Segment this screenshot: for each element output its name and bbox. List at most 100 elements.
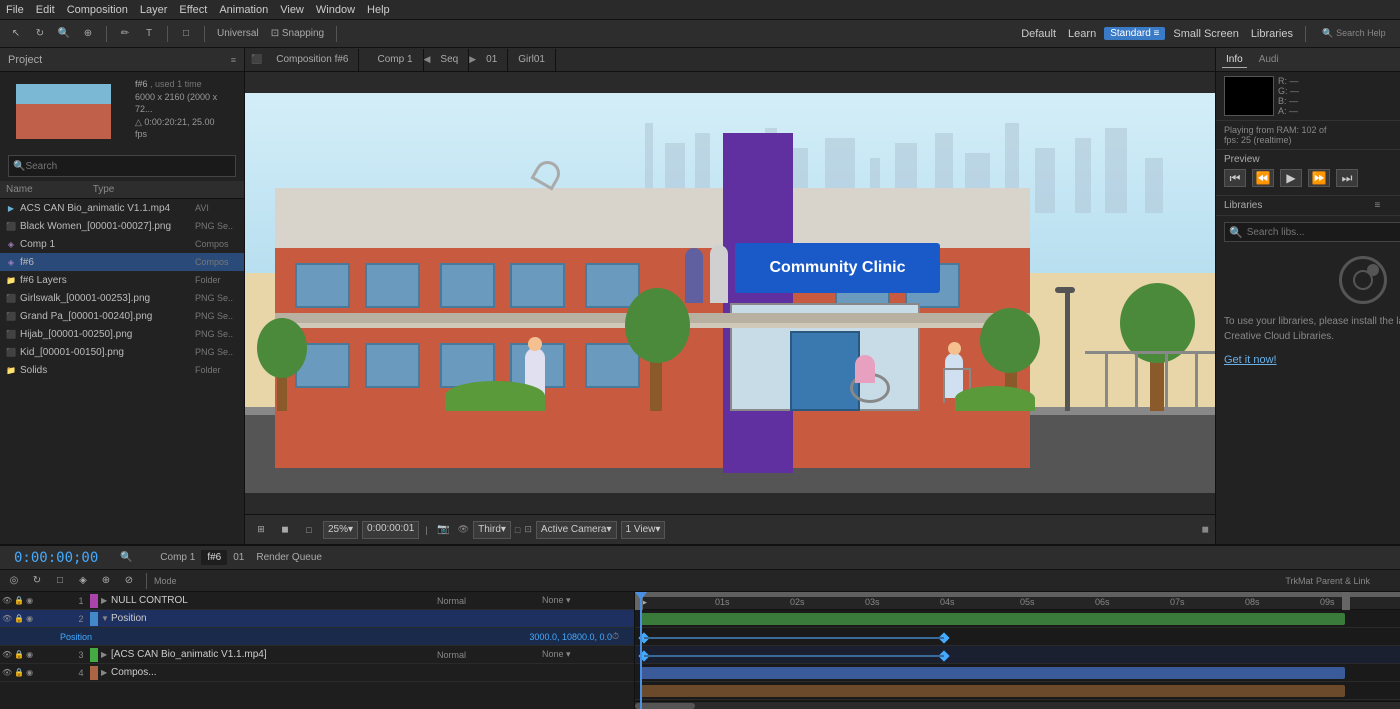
file-item-0[interactable]: ▶ ACS CAN Bio_animatic V1.1.mp4 AVI: [0, 199, 244, 217]
scrollbar-thumb[interactable]: [635, 703, 695, 709]
layer-2-expand[interactable]: ▼: [101, 614, 111, 623]
view-select[interactable]: 1 View ▾: [621, 521, 666, 539]
workspace-standard-active[interactable]: Standard ≡: [1104, 27, 1165, 40]
playhead-main[interactable]: [640, 592, 642, 709]
work-end-marker[interactable]: [1342, 592, 1350, 610]
menu-help[interactable]: Help: [367, 4, 390, 16]
layer-4-expand[interactable]: ▶: [101, 668, 111, 677]
nav-arrow-left[interactable]: ◀: [424, 49, 431, 71]
workspace-libraries[interactable]: Libraries: [1247, 28, 1297, 40]
composition-frame[interactable]: Community Clinic: [245, 93, 1215, 493]
menu-animation[interactable]: Animation: [219, 4, 268, 16]
layer-row-2[interactable]: 👁 🔒 ◉ 2 ▼ Position: [0, 610, 634, 628]
tl-tab-f6[interactable]: f#6: [201, 550, 227, 565]
solo-icon-2[interactable]: ◉: [26, 614, 33, 623]
tl-tab-comp1[interactable]: Comp 1: [154, 550, 201, 565]
tl-tool-4[interactable]: ◈: [73, 571, 93, 591]
file-item-2[interactable]: ◈ Comp 1 Compos: [0, 235, 244, 253]
file-item-9[interactable]: 📁 Solids Folder: [0, 361, 244, 379]
comp-nav-seq[interactable]: Seq: [430, 49, 469, 71]
viewer-ram-preview[interactable]: □: [299, 520, 319, 540]
layer-2-subrow-position[interactable]: Position 3000.0, 10800.0, 0.0 ⏱: [0, 628, 634, 646]
comp-nav-girl01[interactable]: Girl01: [508, 49, 556, 71]
file-item-5[interactable]: ⬛ Girlswalk_[00001-00253].png PNG Se..: [0, 289, 244, 307]
menu-layer[interactable]: Layer: [140, 4, 168, 16]
libraries-search[interactable]: 🔍: [1224, 222, 1400, 242]
shape-tool[interactable]: □: [176, 24, 196, 44]
rotate-tool[interactable]: ↻: [30, 24, 50, 44]
workspace-small-screen[interactable]: Small Screen: [1169, 28, 1242, 40]
layer-row-1[interactable]: 👁 🔒 ◉ 1 ▶ NULL CONTROL Normal None ▾: [0, 592, 634, 610]
solo-icon-3[interactable]: ◉: [26, 650, 33, 659]
workspace-default[interactable]: Default: [1017, 28, 1060, 40]
text-tool[interactable]: T: [139, 24, 159, 44]
layer-row-4[interactable]: 👁 🔒 ◉ 4 ▶ Compos...: [0, 664, 634, 682]
project-search-input[interactable]: [25, 161, 231, 172]
layer-row-3[interactable]: 👁 🔒 ◉ 3 ▶ [ACS CAN Bio_animatic V1.1.mp4…: [0, 646, 634, 664]
zoom-select[interactable]: 25% ▾: [323, 521, 358, 539]
tl-tab-01[interactable]: 01: [227, 550, 250, 565]
file-item-7[interactable]: ⬛ Hijab_[00001-00250].png PNG Se..: [0, 325, 244, 343]
preview-step-back[interactable]: ⏪: [1252, 169, 1274, 187]
file-item-6[interactable]: ⬛ Grand Pa_[00001-00240].png PNG Se..: [0, 307, 244, 325]
menu-window[interactable]: Window: [316, 4, 355, 16]
file-item-4[interactable]: 📁 f#6 Layers Folder: [0, 271, 244, 289]
preview-play[interactable]: ▶: [1280, 169, 1302, 187]
tl-tool-6[interactable]: ⊘: [119, 571, 139, 591]
eye-icon-1[interactable]: 👁: [2, 596, 12, 605]
file-item-1[interactable]: ⬛ Black Women_[00001-00027].png PNG Se..: [0, 217, 244, 235]
eye-icon-3[interactable]: 👁: [2, 650, 12, 659]
timeline-scrollbar[interactable]: [635, 701, 1400, 709]
menu-view[interactable]: View: [280, 4, 304, 16]
selection-tool[interactable]: ↖: [6, 24, 26, 44]
project-search[interactable]: 🔍: [8, 155, 236, 177]
tab-info[interactable]: Info: [1222, 52, 1247, 68]
zoom-tool[interactable]: 🔍: [54, 24, 74, 44]
lock-icon-1[interactable]: 🔒: [14, 596, 24, 605]
preview-jump-start[interactable]: ⏮: [1224, 169, 1246, 187]
lock-icon-4[interactable]: 🔒: [14, 668, 24, 677]
viewer-snap-btn[interactable]: ⊞: [251, 520, 271, 540]
comp-nav-01[interactable]: 01: [476, 49, 508, 71]
menu-edit[interactable]: Edit: [36, 4, 55, 16]
preview-step-fwd[interactable]: ⏩: [1308, 169, 1330, 187]
file-item-8[interactable]: ⬛ Kid_[00001-00150].png PNG Se..: [0, 343, 244, 361]
workspace-learn[interactable]: Learn: [1064, 28, 1100, 40]
file-item-3[interactable]: ◈ f#6 Compos: [0, 253, 244, 271]
solo-icon-1[interactable]: ◉: [26, 596, 33, 605]
viewer-snapshot[interactable]: 📷: [434, 520, 454, 540]
lock-icon-2[interactable]: 🔒: [14, 614, 24, 623]
menu-composition[interactable]: Composition: [67, 4, 128, 16]
solo-icon-4[interactable]: ◉: [26, 668, 33, 677]
eye-icon-4[interactable]: 👁: [2, 668, 12, 677]
timeline-search-btn[interactable]: 🔍: [116, 548, 136, 568]
nav-arrow-right[interactable]: ▶: [469, 49, 476, 71]
menu-effect[interactable]: Effect: [179, 4, 207, 16]
camera-tool[interactable]: ⊕: [78, 24, 98, 44]
libraries-search-input[interactable]: [1247, 227, 1400, 238]
tab-audi[interactable]: Audi: [1255, 52, 1283, 67]
preview-jump-end[interactable]: ⏭: [1336, 169, 1358, 187]
eye-icon-2[interactable]: 👁: [2, 614, 12, 623]
libraries-menu[interactable]: ≡: [1374, 200, 1380, 211]
pen-tool[interactable]: ✏: [115, 24, 135, 44]
resolution-select[interactable]: Third ▾: [473, 521, 511, 539]
file-icon-2: ◈: [4, 238, 18, 250]
camera-select[interactable]: Active Camera ▾: [536, 521, 617, 539]
search-help-button[interactable]: 🔍 Search Help: [1314, 24, 1394, 44]
menu-file[interactable]: File: [6, 4, 24, 16]
tl-tab-render[interactable]: Render Queue: [250, 550, 328, 565]
viewer-prev-btn[interactable]: ◼: [275, 520, 295, 540]
comp-nav-comp1[interactable]: Comp 1: [367, 49, 423, 71]
layer-3-expand[interactable]: ▶: [101, 650, 111, 659]
tl-tool-5[interactable]: ⊕: [96, 571, 116, 591]
libraries-get-it[interactable]: Get it now!: [1224, 354, 1277, 366]
track-row-2-sub: [635, 646, 1400, 664]
tl-tool-1[interactable]: ◎: [4, 571, 24, 591]
project-menu-icon[interactable]: ≡: [231, 55, 236, 65]
tl-tool-2[interactable]: ↻: [27, 571, 47, 591]
layer-1-expand[interactable]: ▶: [101, 596, 111, 605]
lock-icon-3[interactable]: 🔒: [14, 650, 24, 659]
position-stopwatch[interactable]: ⏱: [612, 631, 632, 642]
tl-tool-3[interactable]: □: [50, 571, 70, 591]
